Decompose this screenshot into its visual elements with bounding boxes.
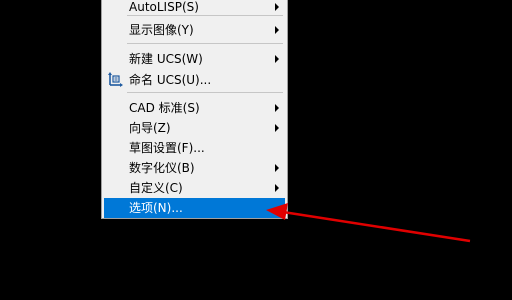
menu-item-label: 自定义(C)	[129, 181, 183, 195]
menu-separator	[127, 92, 283, 93]
menu-separator	[127, 15, 283, 16]
tools-dropdown-menu: AutoLISP(S) 显示图像(Y) 新建 UCS(W) 命名 UCS(U).…	[101, 0, 288, 219]
submenu-arrow-icon	[275, 164, 279, 172]
autocad-canvas: AutoLISP(S) 显示图像(Y) 新建 UCS(W) 命名 UCS(U).…	[0, 0, 512, 300]
menu-item-new-ucs[interactable]: 新建 UCS(W)	[104, 49, 285, 69]
submenu-arrow-icon	[275, 55, 279, 63]
menu-item-label: CAD 标准(S)	[129, 101, 200, 115]
menu-item-label: 命名 UCS(U)...	[129, 73, 212, 87]
menu-item-label: 向导(Z)	[129, 121, 171, 135]
menu-item-label: 显示图像(Y)	[129, 23, 194, 37]
menu-item-customize[interactable]: 自定义(C)	[104, 178, 285, 198]
submenu-arrow-icon	[275, 124, 279, 132]
menu-item-tablet[interactable]: 数字化仪(B)	[104, 158, 285, 178]
menu-item-label: 新建 UCS(W)	[129, 52, 203, 66]
submenu-arrow-icon	[275, 104, 279, 112]
menu-item-wizards[interactable]: 向导(Z)	[104, 118, 285, 138]
menu-separator	[127, 43, 283, 44]
menu-item-drafting-settings[interactable]: 草图设置(F)...	[104, 138, 285, 158]
menu-item-label: 草图设置(F)...	[129, 141, 205, 155]
menu-item-label: 数字化仪(B)	[129, 161, 195, 175]
menu-item-label: 选项(N)...	[129, 201, 183, 215]
submenu-arrow-icon	[275, 184, 279, 192]
menu-item-cad-standards[interactable]: CAD 标准(S)	[104, 98, 285, 118]
menu-item-named-ucs[interactable]: 命名 UCS(U)...	[104, 70, 285, 90]
menu-item-display-image[interactable]: 显示图像(Y)	[104, 20, 285, 40]
named-ucs-icon	[108, 72, 123, 87]
submenu-arrow-icon	[275, 26, 279, 34]
menu-item-options[interactable]: 选项(N)...	[104, 198, 285, 218]
submenu-arrow-icon	[275, 3, 279, 11]
